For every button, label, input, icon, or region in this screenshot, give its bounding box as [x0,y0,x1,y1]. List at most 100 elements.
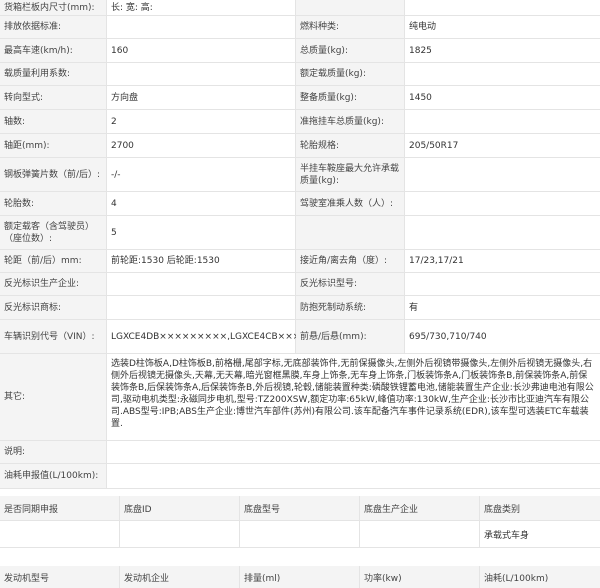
param-label: 轴距(mm): [0,134,107,157]
vehicle-params-table: 货箱栏板内尺寸(mm): 长: 宽: 高: 排放依据标准: 燃料种类: 纯电动 最高车速(… [0,0,600,489]
param-value: LGXCE4DB×××××××××,LGXCE4CB××××××××× [107,320,346,353]
param-value [405,0,600,15]
chassis-value-4: 承载式车身 [484,530,530,541]
explain-row: 说明: [0,441,600,464]
param-label: 轮距（前/后）mm: [0,250,107,272]
param-label: 燃料种类: [296,16,405,38]
param-label: 排放依据标准: [0,16,107,38]
param-label [296,0,405,15]
engine-header-3: 功率(kw) [360,566,480,588]
param-label: 额定载客（含驾驶员）（座位数）: [0,216,107,249]
param-value: 5 [107,216,296,249]
param-row: 最高车速(km/h): 160 总质量(kg): 1825 [0,39,600,63]
param-label: 整备质量(kg): [296,86,405,109]
engine-header-row: 发动机型号 发动机企业 排量(ml) 功率(kw) 油耗(L/100km) [0,566,600,588]
param-row: 反光标识商标: 防抱死制动系统: 有 [0,296,600,320]
explain-text [107,441,600,463]
fuel-label: 油耗申报值(L/100km): [0,464,107,488]
param-label: 防抱死制动系统: [296,296,405,319]
param-value: 17/23,17/21 [405,250,600,272]
param-label: 反光标识型号: [296,273,405,295]
param-value [107,273,296,295]
param-value: 长: 宽: 高: [107,0,296,15]
param-label: 钢板弹簧片数（前/后）: [0,158,107,191]
chassis-table: 是否同期申报 底盘ID 底盘型号 底盘生产企业 底盘类别 承载式车身 [0,496,600,548]
param-label: 反光标识商标: [0,296,107,319]
chassis-value-row: 承载式车身 [0,521,600,548]
param-label: 轮胎数: [0,192,107,215]
param-value: 前轮距:1530 后轮距:1530 [107,250,296,272]
param-value [405,273,600,295]
param-value: 160 [107,39,296,62]
param-value: 695/730,710/740 [405,320,600,353]
chassis-header-row: 是否同期申报 底盘ID 底盘型号 底盘生产企业 底盘类别 [0,496,600,521]
param-row: 轮距（前/后）mm: 前轮距:1530 后轮距:1530 接近角/离去角（度）: 17… [0,250,600,273]
fuel-row: 油耗申报值(L/100km): [0,464,600,489]
chassis-value-1 [120,521,240,547]
param-value [405,110,600,133]
fuel-text [107,464,600,488]
param-label: 载质量利用系数: [0,63,107,85]
other-label: 其它: [0,354,107,440]
engine-table: 发动机型号 发动机企业 排量(ml) 功率(kw) 油耗(L/100km) [0,566,600,588]
param-value [405,216,600,249]
chassis-header-4: 底盘类别 [480,496,600,520]
param-row: 车辆识别代号（VIN）: LGXCE4DB×××××××××,LGXCE4CB××… [0,320,600,354]
param-value [405,63,600,85]
engine-header-1: 发动机企业 [120,566,240,588]
param-value: 1825 [405,39,600,62]
other-text: 选装D柱饰板A,D柱饰板B,前格栅,尾部字标,无底部装饰件,无前保摄像头,左侧外… [107,354,600,440]
param-row: 载质量利用系数: 额定载质量(kg): [0,63,600,86]
param-value: 2700 [107,134,296,157]
chassis-header-1: 底盘ID [120,496,240,520]
param-row: 排放依据标准: 燃料种类: 纯电动 [0,16,600,39]
param-label: 货箱栏板内尺寸(mm): [0,0,107,15]
param-row: 额定载客（含驾驶员）（座位数）: 5 [0,216,600,250]
param-label: 反光标识生产企业: [0,273,107,295]
param-label: 接近角/离去角（度）: [296,250,405,272]
param-row: 轴距(mm): 2700 轮胎规格: 205/50R17 [0,134,600,158]
param-value: 方向盘 [107,86,296,109]
param-value [107,63,296,85]
param-label: 轮胎规格: [296,134,405,157]
param-value: 205/50R17 [405,134,600,157]
param-label: 车辆识别代号（VIN）: [0,320,107,353]
param-value: 有 [405,296,600,319]
other-row: 其它: 选装D柱饰板A,D柱饰板B,前格栅,尾部字标,无底部装饰件,无前保摄像头,… [0,354,600,441]
explain-label: 说明: [0,441,107,463]
param-label: 最高车速(km/h): [0,39,107,62]
chassis-value-2 [240,521,360,547]
engine-header-2: 排量(ml) [240,566,360,588]
param-value: 1450 [405,86,600,109]
chassis-header-2: 底盘型号 [240,496,360,520]
param-value: 纯电动 [405,16,600,38]
param-value: -/- [107,158,296,191]
param-value [405,192,600,215]
param-row: 钢板弹簧片数（前/后）: -/- 半挂车鞍座最大允许承载质量(kg): [0,158,600,192]
engine-header-4: 油耗(L/100km) [480,566,600,588]
param-label: 总质量(kg): [296,39,405,62]
param-value [107,296,296,319]
param-label: 额定载质量(kg): [296,63,405,85]
param-value: 4 [107,192,296,215]
chassis-header-0: 是否同期申报 [0,496,120,520]
param-label: 准拖挂车总质量(kg): [296,110,405,133]
param-value: 2 [107,110,296,133]
param-row: 反光标识生产企业: 反光标识型号: [0,273,600,296]
param-row: 转向型式: 方向盘 整备质量(kg): 1450 [0,86,600,110]
param-value [107,16,296,38]
param-label: 轴数: [0,110,107,133]
engine-header-0: 发动机型号 [0,566,120,588]
chassis-value-0 [0,521,120,547]
param-row: 轮胎数: 4 驾驶室准乘人数（人）: [0,192,600,216]
param-value [405,158,600,191]
param-row: 货箱栏板内尺寸(mm): 长: 宽: 高: [0,0,600,16]
param-label: 前悬/后悬(mm): [296,320,405,353]
chassis-header-3: 底盘生产企业 [360,496,480,520]
param-label: 转向型式: [0,86,107,109]
chassis-value-3 [360,521,480,547]
param-label: 驾驶室准乘人数（人）: [296,192,405,215]
param-row: 轴数: 2 准拖挂车总质量(kg): [0,110,600,134]
param-label: 半挂车鞍座最大允许承载质量(kg): [296,158,405,191]
param-label [296,216,405,249]
